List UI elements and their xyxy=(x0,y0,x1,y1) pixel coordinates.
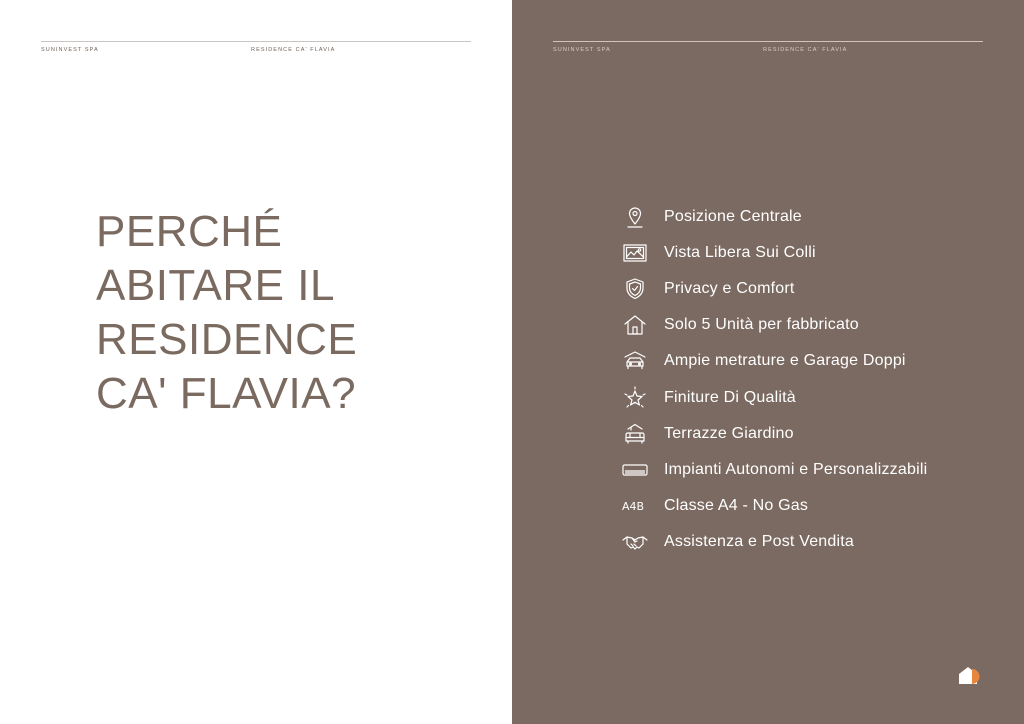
feature-item: Assistenza e Post Vendita xyxy=(620,524,927,560)
feature-label: Privacy e Comfort xyxy=(664,280,795,298)
headline-line: ABITARE IL xyxy=(96,261,335,310)
feature-item: Posizione Centrale xyxy=(620,199,927,235)
header-rule xyxy=(41,41,471,42)
feature-item: Vista Libera Sui Colli xyxy=(620,235,927,271)
feature-item: A4B Classe A4 - No Gas xyxy=(620,488,927,524)
header-project: RESIDENCE CA' FLAVIA xyxy=(763,47,848,53)
feature-label: Impianti Autonomi e Personalizzabili xyxy=(664,460,928,478)
feature-item: Finiture Di Qualità xyxy=(620,379,927,415)
feature-label: Terrazze Giardino xyxy=(664,424,794,442)
sparkle-star-icon xyxy=(620,385,650,411)
feature-label: Assistenza e Post Vendita xyxy=(664,532,854,550)
location-pin-icon xyxy=(620,204,650,230)
left-page: SUNINVEST SPA RESIDENCE CA' FLAVIA PERCH… xyxy=(0,0,512,724)
feature-label: Ampie metrature e Garage Doppi xyxy=(664,352,906,370)
house-icon xyxy=(620,312,650,338)
terrace-sofa-icon xyxy=(620,421,650,447)
header-company: SUNINVEST SPA xyxy=(553,47,611,53)
brochure-spread: SUNINVEST SPA RESIDENCE CA' FLAVIA PERCH… xyxy=(0,0,1024,724)
feature-list: Posizione Centrale Vista Libera Sui Coll… xyxy=(620,199,927,560)
feature-label: Classe A4 - No Gas xyxy=(664,496,809,514)
feature-label: Solo 5 Unità per fabbricato xyxy=(664,316,859,334)
energy-class-icon: A4B xyxy=(620,493,650,519)
headline-line: RESIDENCE xyxy=(96,315,358,364)
air-conditioner-icon xyxy=(620,457,650,483)
feature-label: Posizione Centrale xyxy=(664,208,802,226)
brand-logo-icon xyxy=(959,667,980,684)
feature-label: Vista Libera Sui Colli xyxy=(664,244,816,262)
landscape-view-icon xyxy=(620,240,650,266)
header-project: RESIDENCE CA' FLAVIA xyxy=(251,47,336,53)
headline-line: CA' FLAVIA? xyxy=(96,369,357,418)
page-headline: PERCHÉ ABITARE IL RESIDENCE CA' FLAVIA? xyxy=(96,205,456,421)
headline-line: PERCHÉ xyxy=(96,207,283,256)
feature-item: Impianti Autonomi e Personalizzabili xyxy=(620,452,927,488)
feature-item: Solo 5 Unità per fabbricato xyxy=(620,307,927,343)
feature-item: Privacy e Comfort xyxy=(620,271,927,307)
car-garage-icon xyxy=(620,348,650,374)
feature-label: Finiture Di Qualità xyxy=(664,388,796,406)
feature-item: Ampie metrature e Garage Doppi xyxy=(620,343,927,379)
header-rule xyxy=(553,41,983,42)
feature-item: Terrazze Giardino xyxy=(620,416,927,452)
handshake-icon xyxy=(620,529,650,555)
header-company: SUNINVEST SPA xyxy=(41,47,99,53)
energy-class-icon-text: A4B xyxy=(622,500,644,513)
shield-check-icon xyxy=(620,276,650,302)
right-page: SUNINVEST SPA RESIDENCE CA' FLAVIA Posiz… xyxy=(512,0,1024,724)
